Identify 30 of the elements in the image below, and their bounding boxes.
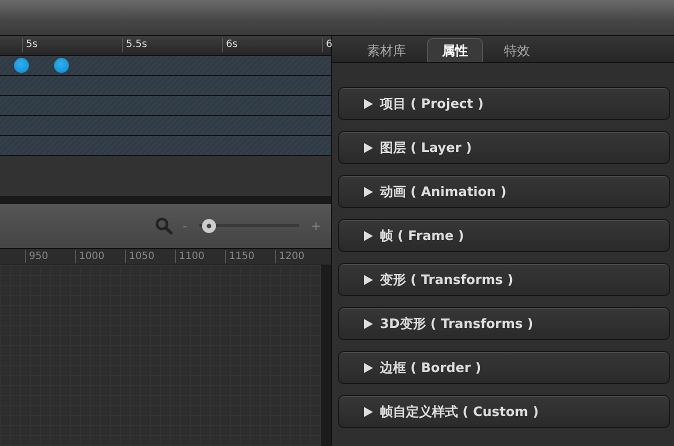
time-tick-label: 5s <box>22 38 38 52</box>
slider-thumb[interactable] <box>202 219 216 233</box>
keyframe-dot[interactable] <box>54 58 69 73</box>
ruler-tick-label: 1100 <box>175 250 204 263</box>
timeline-track[interactable] <box>0 76 331 96</box>
panel-tab[interactable]: 特效 <box>489 38 545 62</box>
ruler-tick-label: 950 <box>25 250 48 263</box>
time-tick-label: 6s <box>222 38 238 52</box>
ruler-tick-label: 1000 <box>75 250 104 263</box>
time-tick-label: 5.5s <box>122 38 148 52</box>
search-icon[interactable] <box>154 217 173 235</box>
section-header[interactable]: 动画 ( Animation ) <box>338 175 670 208</box>
panel-tab[interactable]: 素材库 <box>352 38 421 62</box>
section-header[interactable]: 变形 ( Transforms ) <box>338 263 670 296</box>
section-header[interactable]: 3D变形 ( Transforms ) <box>338 307 670 340</box>
ruler-tick-label: 1050 <box>125 250 154 263</box>
timeline-track[interactable] <box>0 56 331 76</box>
keyframe-dot[interactable] <box>14 58 29 73</box>
section-header[interactable]: 帧自定义样式 ( Custom ) <box>338 395 670 428</box>
section-header[interactable]: 项目 ( Project ) <box>338 87 670 120</box>
ruler-tick-label: 1200 <box>275 250 304 263</box>
timeline-track[interactable] <box>0 96 331 116</box>
section-header[interactable]: 图层 ( Layer ) <box>338 131 670 164</box>
scrollbar[interactable] <box>321 265 331 446</box>
section-header[interactable]: 帧 ( Frame ) <box>338 219 670 252</box>
ruler-tick-label: 1150 <box>225 250 254 263</box>
timeline-track[interactable] <box>0 136 331 156</box>
section-header[interactable]: 边框 ( Border ) <box>338 351 670 384</box>
timeline-track[interactable] <box>0 116 331 136</box>
panel-tab[interactable]: 属性 <box>427 38 483 62</box>
